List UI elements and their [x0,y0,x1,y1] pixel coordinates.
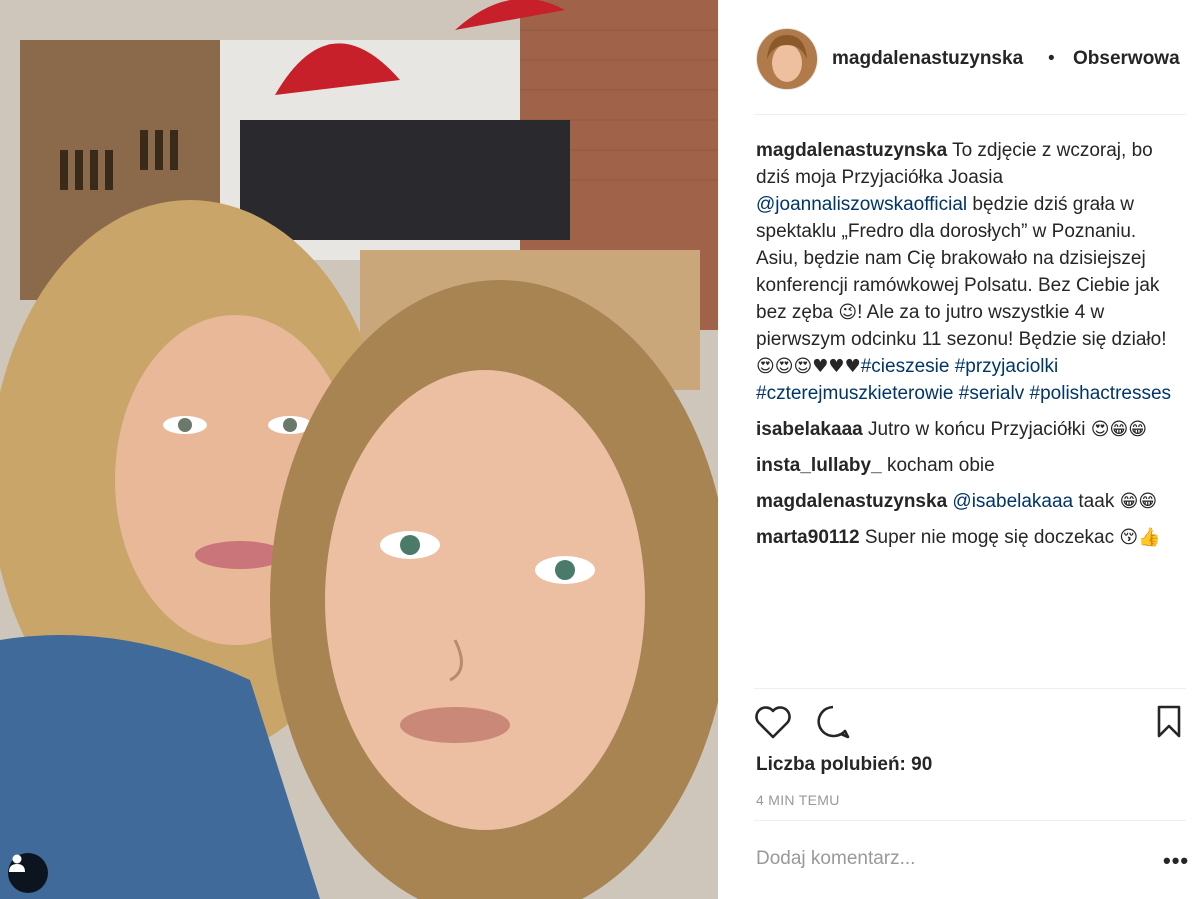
header-divider [754,114,1186,115]
comment-divider [754,820,1186,821]
post-header: magdalenastuzynska • Obserwowa [718,0,1200,114]
caption: magdalenastuzynska To zdjęcie z wczoraj,… [756,137,1176,407]
comment-emoji: 😁😁 [1119,491,1158,512]
comment-text: kocham obie [881,455,995,476]
comment-item: insta_lullaby_ kocham obie [756,452,1176,479]
comment-username[interactable]: marta90112 [756,527,860,548]
author-username[interactable]: magdalenastuzynska [832,48,1023,70]
hashtag-link[interactable]: #czterejmuszkieterowie [756,383,953,404]
comment-emoji: 😍😁😁 [1090,419,1148,440]
comments-list: magdalenastuzynska To zdjęcie z wczoraj,… [756,137,1176,560]
actions-divider [754,688,1186,689]
comment-item: magdalenastuzynska @isabelakaaa taak 😁😁 [756,488,1176,515]
hashtag-link[interactable]: #polishactresses [1030,383,1172,404]
caption-emoji-1: 😉 [838,302,858,323]
user-tag-icon [9,854,25,872]
hashtag-link[interactable]: #cieszesie [861,356,950,377]
author-avatar[interactable] [756,28,818,90]
more-options-button[interactable]: ••• [1163,848,1189,874]
comment-text: Super nie mogę się doczekac [859,527,1120,548]
header-separator: • [1048,48,1055,69]
post-panel: magdalenastuzynska • Obserwowa magdalena… [718,0,1200,899]
comment-username[interactable]: magdalenastuzynska [756,491,947,512]
photo-illustration [0,0,718,899]
comment-item: isabelakaaa Jutro w końcu Przyjaciółki 😍… [756,416,1176,443]
comment-icon[interactable] [814,704,852,740]
comment-text: taak [1073,491,1120,512]
comment-username[interactable]: insta_lullaby_ [756,455,882,476]
user-tag-button[interactable] [8,853,48,893]
comment-mention[interactable]: @isabelakaaa [952,491,1073,512]
bookmark-icon[interactable] [1154,704,1184,740]
comment-text: Jutro w końcu Przyjaciółki [862,419,1091,440]
caption-username[interactable]: magdalenastuzynska [756,140,947,161]
hashtag-link[interactable]: #przyjaciolki [955,356,1058,377]
heart-icon[interactable] [754,704,792,740]
avatar-image [757,29,817,89]
comment-emoji: 😚👍 [1119,527,1161,548]
comment-username[interactable]: isabelakaaa [756,419,863,440]
likes-count[interactable]: Liczba polubień: 90 [756,754,932,776]
comment-item: marta90112 Super nie mogę się doczekac 😚… [756,524,1176,551]
post-actions [754,702,1194,746]
caption-mention[interactable]: @joannaliszowskaofficial [756,194,967,215]
hashtag-link[interactable]: #serialv [959,383,1024,404]
follow-button[interactable]: Obserwowa [1073,48,1180,70]
post-timestamp[interactable]: 4 MIN TEMU [756,792,840,808]
caption-emoji-2: 😍😍😍♥♥♥ [756,356,861,377]
add-comment-input[interactable]: Dodaj komentarz... [756,848,915,870]
post-photo[interactable] [0,0,718,899]
